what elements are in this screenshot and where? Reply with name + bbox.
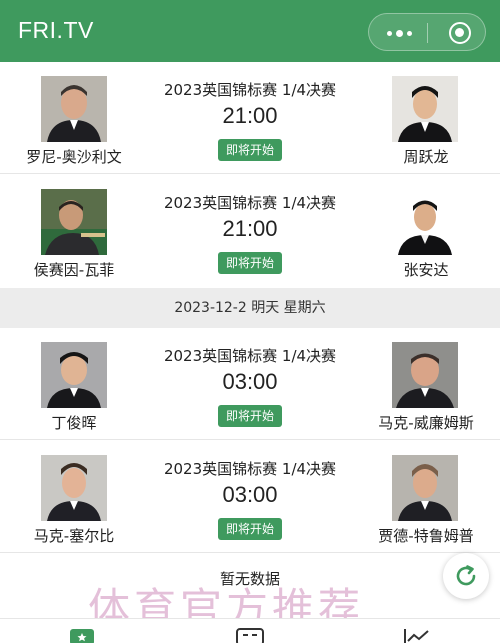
player-name-left: 马克-塞尔比 [33,527,115,545]
refresh-button[interactable] [443,553,489,599]
player-avatar-left [41,455,107,521]
app-title: FRI.TV [18,17,94,43]
match-time: 03:00 [222,482,278,507]
match-card[interactable]: 罗尼-奥沙利文 2023英国锦标赛 1/4决赛 21:00 即将开始 周跃龙 [0,62,500,174]
empty-state-text: 暂无数据 [219,570,280,588]
match-card[interactable]: 丁俊晖 2023英国锦标赛 1/4决赛 03:00 即将开始 马克-威廉姆斯 [0,328,500,440]
player-avatar-left [41,189,107,255]
row-divider [0,173,500,174]
tab-matches[interactable] [66,627,98,643]
date-separator: 2023-12-2 明天 星期六 [0,288,500,328]
mini-program-capsule [368,13,486,51]
player-name-left: 侯赛因-瓦菲 [33,261,115,279]
player-name-right: 贾德-特鲁姆普 [378,527,474,545]
match-time: 21:00 [222,216,278,241]
player-name-left: 罗尼-奥沙利文 [26,148,122,166]
more-icon[interactable] [382,14,416,52]
news-tab-icon [236,628,264,643]
row-divider [0,552,500,553]
player-avatar-left [41,342,107,408]
player-name-left: 丁俊晖 [51,414,97,432]
tab-news[interactable] [234,627,266,643]
target-icon[interactable] [449,22,471,44]
top-bar: FRI.TV [0,0,500,62]
match-time: 03:00 [222,369,278,394]
player-name-right: 马克-威廉姆斯 [378,414,474,432]
capsule-divider [427,23,428,43]
event-name: 2023英国锦标赛 1/4决赛 [163,194,337,212]
player-avatar-right [392,455,458,521]
player-avatar-right [392,76,458,142]
trophy-tab-icon [70,629,94,643]
event-name: 2023英国锦标赛 1/4决赛 [163,347,337,365]
player-name-right: 周跃龙 [403,148,449,166]
refresh-icon [456,565,476,586]
player-avatar-right [392,342,458,408]
match-card[interactable]: 侯赛因-瓦菲 2023英国锦标赛 1/4决赛 21:00 即将开始 张安达 [0,175,500,287]
status-badge: 即将开始 [218,252,282,274]
player-name-right: 张安达 [403,261,449,279]
bottom-tab-bar [0,618,500,643]
player-avatar-left [41,76,107,142]
match-card[interactable]: 马克-塞尔比 2023英国锦标赛 1/4决赛 03:00 即将开始 贾德-特鲁姆… [0,441,500,553]
chart-tab-icon [404,629,429,643]
tab-stats[interactable] [401,627,433,643]
row-divider [0,439,500,440]
player-avatar-right [392,189,458,255]
match-time: 21:00 [222,103,278,128]
status-badge: 即将开始 [218,139,282,161]
event-name: 2023英国锦标赛 1/4决赛 [163,460,337,478]
status-badge: 即将开始 [218,405,282,427]
status-badge: 即将开始 [218,518,282,540]
event-name: 2023英国锦标赛 1/4决赛 [163,81,337,99]
